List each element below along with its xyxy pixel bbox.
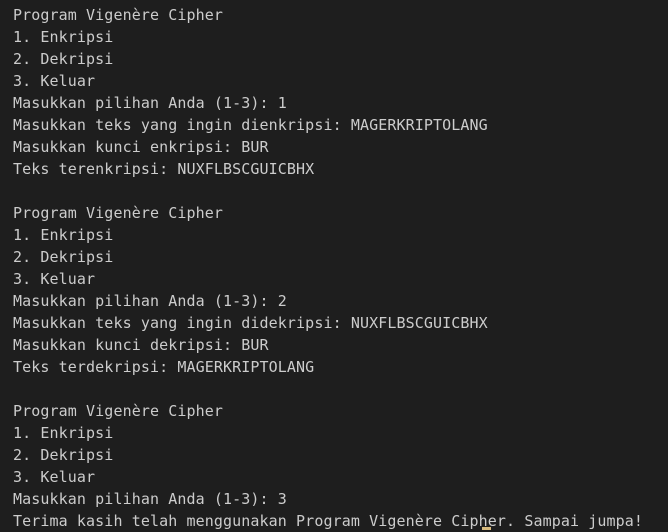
menu-option-encrypt: 1. Enkripsi bbox=[13, 424, 114, 442]
text-cursor bbox=[482, 527, 491, 530]
menu-option-decrypt: 2. Dekripsi bbox=[13, 50, 114, 68]
choice-prompt: Masukkan pilihan Anda (1-3): 2 bbox=[13, 292, 287, 310]
ciphertext-prompt: Masukkan teks yang ingin didekripsi: NUX… bbox=[13, 314, 488, 332]
menu-option-exit: 3. Keluar bbox=[13, 72, 96, 90]
menu-option-encrypt: 1. Enkripsi bbox=[13, 28, 114, 46]
menu-title: Program Vigenère Cipher bbox=[13, 204, 224, 222]
menu-title: Program Vigenère Cipher bbox=[13, 6, 224, 24]
terminal-output[interactable]: Program Vigenère Cipher 1. Enkripsi 2. D… bbox=[0, 0, 668, 532]
menu-title: Program Vigenère Cipher bbox=[13, 402, 224, 420]
decrypt-key-prompt: Masukkan kunci dekripsi: BUR bbox=[13, 336, 269, 354]
menu-option-encrypt: 1. Enkripsi bbox=[13, 226, 114, 244]
menu-option-exit: 3. Keluar bbox=[13, 270, 96, 288]
plaintext-prompt: Masukkan teks yang ingin dienkripsi: MAG… bbox=[13, 116, 488, 134]
plaintext-result: Teks terdekripsi: MAGERKRIPTOLANG bbox=[13, 358, 315, 376]
menu-option-decrypt: 2. Dekripsi bbox=[13, 248, 114, 266]
menu-option-decrypt: 2. Dekripsi bbox=[13, 446, 114, 464]
farewell-message: Terima kasih telah menggunakan Program V… bbox=[13, 512, 644, 530]
choice-prompt: Masukkan pilihan Anda (1-3): 1 bbox=[13, 94, 287, 112]
menu-option-exit: 3. Keluar bbox=[13, 468, 96, 486]
ciphertext-result: Teks terenkripsi: NUXFLBSCGUICBHX bbox=[13, 160, 315, 178]
encrypt-key-prompt: Masukkan kunci enkripsi: BUR bbox=[13, 138, 269, 156]
choice-prompt: Masukkan pilihan Anda (1-3): 3 bbox=[13, 490, 287, 508]
